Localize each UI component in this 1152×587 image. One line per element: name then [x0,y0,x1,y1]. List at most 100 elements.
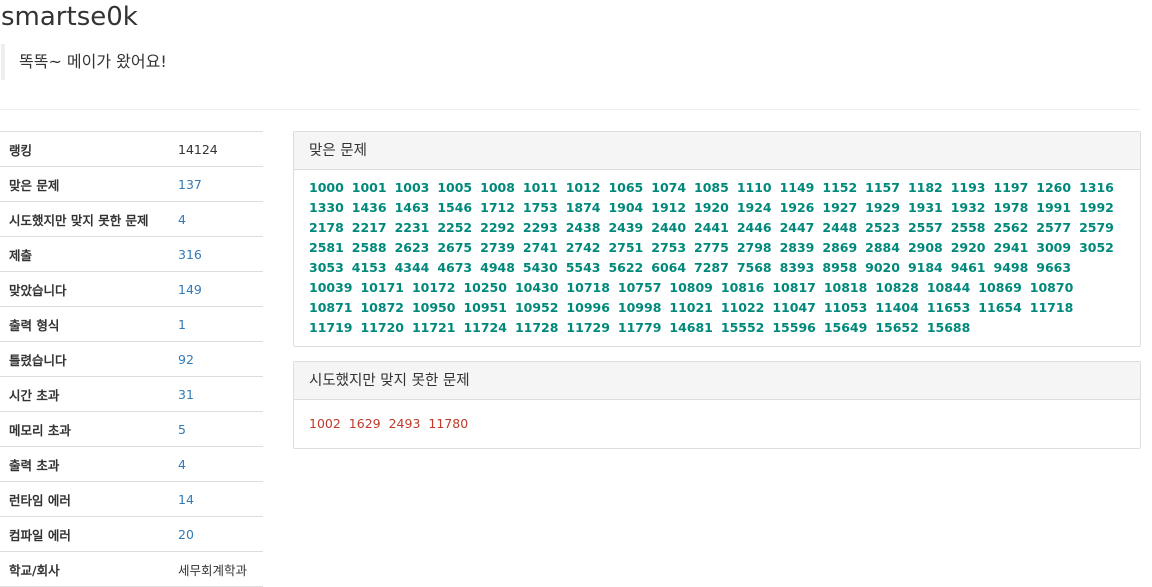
problem-link[interactable]: 1110 [737,180,772,195]
problem-link[interactable]: 11724 [463,320,507,335]
problem-link[interactable]: 1463 [395,200,430,215]
problem-link[interactable]: 2523 [865,220,900,235]
problem-link[interactable]: 1932 [951,200,986,215]
problem-link[interactable]: 11022 [721,300,765,315]
problem-link[interactable]: 2439 [608,220,643,235]
problem-link[interactable]: 10872 [360,300,404,315]
problem-link[interactable]: 11053 [824,300,868,315]
problem-link[interactable]: 1193 [951,180,986,195]
problem-link[interactable]: 1991 [1036,200,1071,215]
problem-link[interactable]: 2440 [651,220,686,235]
problem-link[interactable]: 2775 [694,240,729,255]
problem-link[interactable]: 10809 [669,280,713,295]
problem-link[interactable]: 10844 [927,280,971,295]
problem-link[interactable]: 2675 [437,240,472,255]
problem-link[interactable]: 1924 [737,200,772,215]
stat-value[interactable]: 137 [178,177,202,192]
problem-link[interactable]: 3052 [1079,240,1114,255]
problem-link[interactable]: 1002 [309,416,341,431]
problem-link[interactable]: 4153 [352,260,387,275]
problem-link[interactable]: 2884 [865,240,900,255]
problem-link[interactable]: 4673 [437,260,472,275]
problem-link[interactable]: 10870 [1030,280,1074,295]
problem-link[interactable]: 11654 [978,300,1022,315]
problem-link[interactable]: 1436 [352,200,387,215]
problem-link[interactable]: 11779 [618,320,662,335]
problem-link[interactable]: 1182 [908,180,943,195]
problem-link[interactable]: 2562 [994,220,1029,235]
problem-link[interactable]: 1874 [566,200,601,215]
problem-link[interactable]: 10818 [824,280,868,295]
problem-link[interactable]: 1712 [480,200,515,215]
problem-link[interactable]: 1920 [694,200,729,215]
problem-link[interactable]: 10951 [463,300,507,315]
problem-link[interactable]: 10952 [515,300,559,315]
problem-link[interactable]: 1005 [437,180,472,195]
problem-link[interactable]: 10757 [618,280,662,295]
problem-link[interactable]: 15688 [927,320,971,335]
problem-link[interactable]: 9020 [865,260,900,275]
problem-link[interactable]: 1012 [566,180,601,195]
problem-link[interactable]: 7287 [694,260,729,275]
problem-link[interactable]: 11404 [875,300,919,315]
stat-value[interactable]: 31 [178,387,194,402]
stat-value[interactable]: 4 [178,212,186,227]
problem-link[interactable]: 1001 [352,180,387,195]
problem-link[interactable]: 3009 [1036,240,1071,255]
stat-value[interactable]: 14 [178,492,194,507]
problem-link[interactable]: 2292 [480,220,515,235]
problem-link[interactable]: 2217 [352,220,387,235]
problem-link[interactable]: 10430 [515,280,559,295]
problem-link[interactable]: 9498 [994,260,1029,275]
stat-value[interactable]: 92 [178,352,194,367]
problem-link[interactable]: 10996 [566,300,610,315]
problem-link[interactable]: 15649 [824,320,868,335]
problem-link[interactable]: 1927 [822,200,857,215]
problem-link[interactable]: 1000 [309,180,344,195]
stat-value[interactable]: 5 [178,422,186,437]
problem-link[interactable]: 1197 [994,180,1029,195]
problem-link[interactable]: 2441 [694,220,729,235]
problem-link[interactable]: 10250 [463,280,507,295]
problem-link[interactable]: 11718 [1030,300,1074,315]
problem-link[interactable]: 2447 [780,220,815,235]
problem-link[interactable]: 11047 [772,300,816,315]
problem-link[interactable]: 10817 [772,280,816,295]
problem-link[interactable]: 2742 [566,240,601,255]
problem-link[interactable]: 14681 [669,320,713,335]
problem-link[interactable]: 2577 [1036,220,1071,235]
problem-link[interactable]: 2448 [822,220,857,235]
problem-link[interactable]: 10718 [566,280,610,295]
problem-link[interactable]: 2920 [951,240,986,255]
problem-link[interactable]: 1978 [994,200,1029,215]
problem-link[interactable]: 3053 [309,260,344,275]
problem-link[interactable]: 1149 [780,180,815,195]
problem-link[interactable]: 2753 [651,240,686,255]
problem-link[interactable]: 1008 [480,180,515,195]
stat-value[interactable]: 1 [178,317,186,332]
problem-link[interactable]: 11729 [566,320,610,335]
problem-link[interactable]: 1753 [523,200,558,215]
problem-link[interactable]: 1330 [309,200,344,215]
problem-link[interactable]: 1011 [523,180,558,195]
problem-link[interactable]: 4344 [395,260,430,275]
problem-link[interactable]: 2446 [737,220,772,235]
problem-link[interactable]: 11021 [669,300,713,315]
problem-link[interactable]: 2839 [780,240,815,255]
problem-link[interactable]: 2908 [908,240,943,255]
stat-value[interactable]: 20 [178,527,194,542]
problem-link[interactable]: 4948 [480,260,515,275]
problem-link[interactable]: 10828 [875,280,919,295]
problem-link[interactable]: 11720 [360,320,404,335]
problem-link[interactable]: 1316 [1079,180,1114,195]
problem-link[interactable]: 2941 [994,240,1029,255]
problem-link[interactable]: 10171 [360,280,404,295]
problem-link[interactable]: 2558 [951,220,986,235]
problem-link[interactable]: 2581 [309,240,344,255]
problem-link[interactable]: 10172 [412,280,456,295]
problem-link[interactable]: 2231 [395,220,430,235]
stat-value[interactable]: 149 [178,282,202,297]
problem-link[interactable]: 1065 [608,180,643,195]
problem-link[interactable]: 2252 [437,220,472,235]
problem-link[interactable]: 2751 [608,240,643,255]
